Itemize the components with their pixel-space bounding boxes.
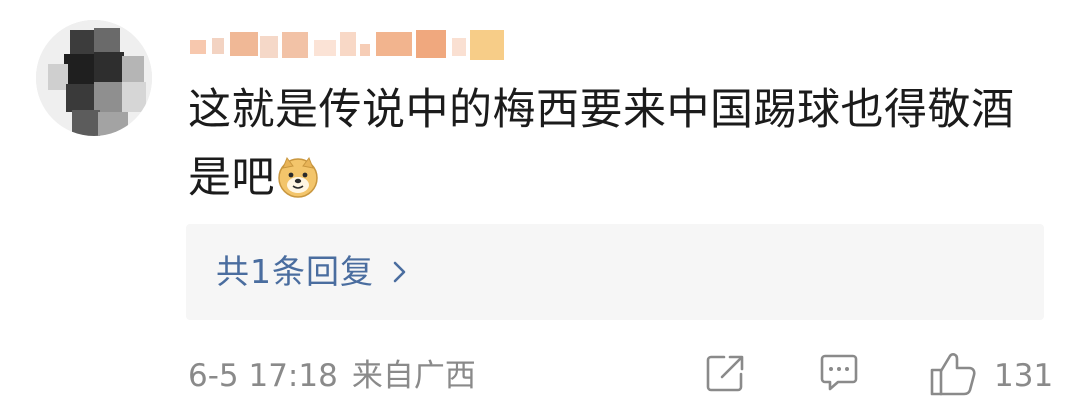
like-icon (930, 353, 976, 396)
doge-emoji-icon (278, 156, 318, 198)
avatar[interactable] (36, 20, 152, 136)
comment-line-1: 这就是传说中的梅西要来中国踢球也得敬酒 (188, 85, 1015, 135)
share-icon (706, 355, 744, 392)
reply-box: 共1条回复 (186, 224, 1044, 320)
replies-count-label: 共1条回复 (216, 252, 374, 291)
view-replies-link[interactable]: 共1条回复 (216, 248, 408, 296)
like-count: 131 (994, 358, 1054, 394)
comment-icon (820, 354, 858, 391)
comment-text: 这就是传说中的梅西要来中国踢球也得敬酒 是吧 (188, 76, 1058, 212)
comment-button[interactable] (816, 350, 862, 398)
comment-card: 这就是传说中的梅西要来中国踢球也得敬酒 是吧 共1条回复 6-5 17:18 来自… (0, 0, 1080, 415)
comment-line-2-text: 是吧 (188, 153, 275, 203)
comment-meta: 6-5 17:18 来自广西 (188, 354, 476, 398)
share-button[interactable] (702, 350, 748, 398)
like-button[interactable] (928, 350, 978, 398)
chevron-right-icon (393, 261, 406, 283)
username[interactable] (190, 28, 520, 62)
comment-line-2: 是吧 (188, 144, 1058, 212)
location-source: 来自广西 (351, 358, 476, 394)
timestamp: 6-5 17:18 (188, 358, 338, 394)
